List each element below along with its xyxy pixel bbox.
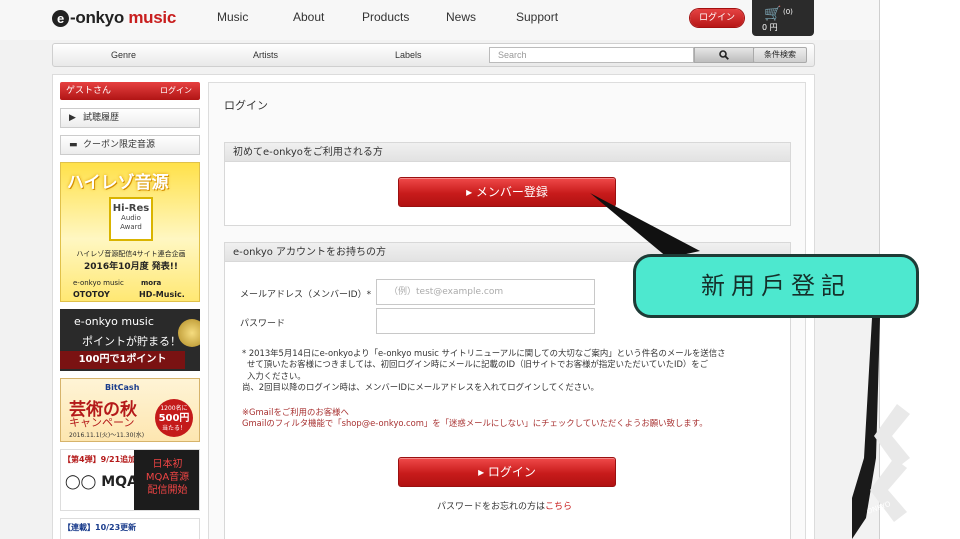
banner-line1: e-onkyo music xyxy=(74,315,154,328)
award-line2: Audio xyxy=(121,214,141,222)
subnav-labels[interactable]: Labels xyxy=(395,50,422,60)
search-icon xyxy=(719,50,729,60)
sidebar-item-coupon[interactable]: ▬ クーポン限定音源 xyxy=(60,135,200,155)
login-button[interactable]: ▸ ログイン xyxy=(398,457,616,487)
sidebar-item-label: クーポン限定音源 xyxy=(83,140,156,150)
banner-line3: 100円で1ポイント xyxy=(60,351,185,369)
banner-title: ハイレゾ音源 xyxy=(67,173,169,193)
subnav-genre[interactable]: Genre xyxy=(111,50,136,60)
prize-line3: 当たる！ xyxy=(161,425,186,432)
nav-item-music[interactable]: Music xyxy=(217,10,248,24)
decorative-edge-graphic: ONKYO xyxy=(852,318,910,539)
site-logo[interactable]: e -onkyo music xyxy=(52,8,176,28)
banner-dates: 2016.11.1(火)～11.30(水) xyxy=(69,432,145,439)
prize-line2: 500円 xyxy=(158,413,190,424)
mqa-line2: MQA音源 xyxy=(145,472,190,483)
section-header: 初めてe-onkyoをご利用される方 xyxy=(225,143,790,162)
award-line3: Award xyxy=(120,223,142,231)
gmail-warning: ※Gmailをご利用のお客様へ Gmailのフィルタ機能で「shop@e-onk… xyxy=(242,407,772,430)
prize-line1: 1200名に xyxy=(160,405,188,412)
sidebar-login-link[interactable]: ログイン xyxy=(160,82,192,100)
cart-total: 0 円 xyxy=(762,23,778,32)
note-line: 尚、2回目以降のログイン時は、メンバーIDにメールアドレスを入れてログインしてく… xyxy=(242,381,599,392)
nav-item-support[interactable]: Support xyxy=(516,10,558,24)
email-field[interactable]: （例）test@example.com xyxy=(376,279,595,305)
prize-badge: 1200名に 500円 当たる！ xyxy=(155,399,193,437)
nav-item-news[interactable]: News xyxy=(446,10,476,24)
note-line: せて頂いたお客様につきましては、初回ログイン時にメールに記載のID（旧サイトでお… xyxy=(247,359,709,370)
banner-line1: ハイレゾ音源配信4サイト連合企画 xyxy=(76,250,186,258)
point-banner[interactable]: e-onkyo music ポイントが貯まる！ 100円で1ポイント xyxy=(60,309,200,371)
sidebar-item-label: 試聴履歴 xyxy=(83,113,120,123)
mqa-logo: ◯◯ MQA xyxy=(65,474,138,490)
forgot-password: パスワードをお忘れの方はこちら xyxy=(437,499,572,512)
brand-mora: mora xyxy=(141,279,162,287)
page-title: ログイン xyxy=(224,99,268,112)
banner-tag: 【連載】10/23更新 xyxy=(63,523,137,532)
brand-ototoy: OTOTOY xyxy=(73,290,110,299)
award-line1: Hi-Res xyxy=(112,203,150,214)
banner-line2: 2016年10月度 発表!! xyxy=(84,262,178,272)
sub-navigation: Genre Artists Labels Search 条件検索 xyxy=(52,43,815,67)
card-icon: ▬ xyxy=(69,140,78,150)
header-login-button[interactable]: ログイン xyxy=(690,9,744,27)
note-line: * 2013年5月14日にe-onkyoより「e-onkyo music サイト… xyxy=(242,348,726,358)
cart-icon: 🛒 xyxy=(764,6,782,22)
nav-item-about[interactable]: About xyxy=(293,10,324,24)
warning-line: Gmailのフィルタ機能で「shop@e-onkyo.com」を「迷惑メールにし… xyxy=(242,418,708,429)
password-field[interactable] xyxy=(376,308,595,334)
mqa-box: 日本初 MQA音源 配信開始 xyxy=(134,450,199,510)
warning-line: ※Gmailをご利用のお客様へ xyxy=(242,407,349,417)
brand-eonkyo: e-onkyo music xyxy=(73,279,124,287)
banner-tag: 【第4弾】9/21追加 xyxy=(63,455,137,464)
series-banner[interactable]: 【連載】10/23更新 xyxy=(60,518,200,539)
register-button[interactable]: ▸ メンバー登録 xyxy=(398,177,616,207)
sidebar-item-history[interactable]: ▶ 試聴履歴 xyxy=(60,108,200,128)
hires-award-banner[interactable]: ハイレゾ音源 Hi-Res Audio Award ハイレゾ音源配信4サイト連合… xyxy=(60,162,200,302)
banner-line2: ポイントが貯まる！ xyxy=(82,335,181,348)
advanced-search-button[interactable]: 条件検索 xyxy=(753,47,807,63)
brand-hdmusic: HD-Music. xyxy=(139,290,185,299)
search-input[interactable]: Search xyxy=(489,47,694,63)
banner-line2: キャンペーン xyxy=(69,416,135,429)
cart-count: (0) xyxy=(783,8,793,16)
password-label: パスワード xyxy=(240,319,286,329)
top-navigation-bar: e -onkyo music Music About Products News … xyxy=(0,0,879,40)
logo-e-mark: e xyxy=(52,10,69,27)
mqa-line3: 配信開始 xyxy=(147,485,188,496)
guest-label: ゲストさん xyxy=(66,86,112,96)
callout-bubble: 新用戶登記 xyxy=(633,254,919,318)
logo-music: music xyxy=(123,8,176,27)
search-button[interactable] xyxy=(694,47,754,63)
bitcash-banner[interactable]: BitCash 芸術の秋 キャンペーン 2016.11.1(火)～11.30(水… xyxy=(60,378,200,442)
guest-bar: ゲストさん ログイン xyxy=(60,82,200,100)
mqa-line1: 日本初 xyxy=(152,459,183,470)
note-line: 入力ください。 xyxy=(247,370,306,381)
forgot-text: パスワードをお忘れの方は xyxy=(437,502,546,512)
login-note: * 2013年5月14日にe-onkyoより「e-onkyo music サイト… xyxy=(242,348,770,393)
cart-button[interactable]: 🛒 (0) 0 円 xyxy=(752,0,814,36)
subnav-artists[interactable]: Artists xyxy=(253,50,278,60)
bitcash-brand: BitCash xyxy=(105,383,140,392)
play-icon: ▶ xyxy=(69,113,76,123)
logo-text: -onkyo xyxy=(70,8,124,27)
coin-icon xyxy=(178,319,200,347)
award-badge: Hi-Res Audio Award xyxy=(109,197,153,241)
email-label: メールアドレス（メンバーID）* xyxy=(240,290,372,300)
mqa-banner[interactable]: 【第4弾】9/21追加 ◯◯ MQA 日本初 MQA音源 配信開始 xyxy=(60,449,200,511)
nav-item-products[interactable]: Products xyxy=(362,10,409,24)
forgot-password-link[interactable]: こちら xyxy=(545,502,572,512)
